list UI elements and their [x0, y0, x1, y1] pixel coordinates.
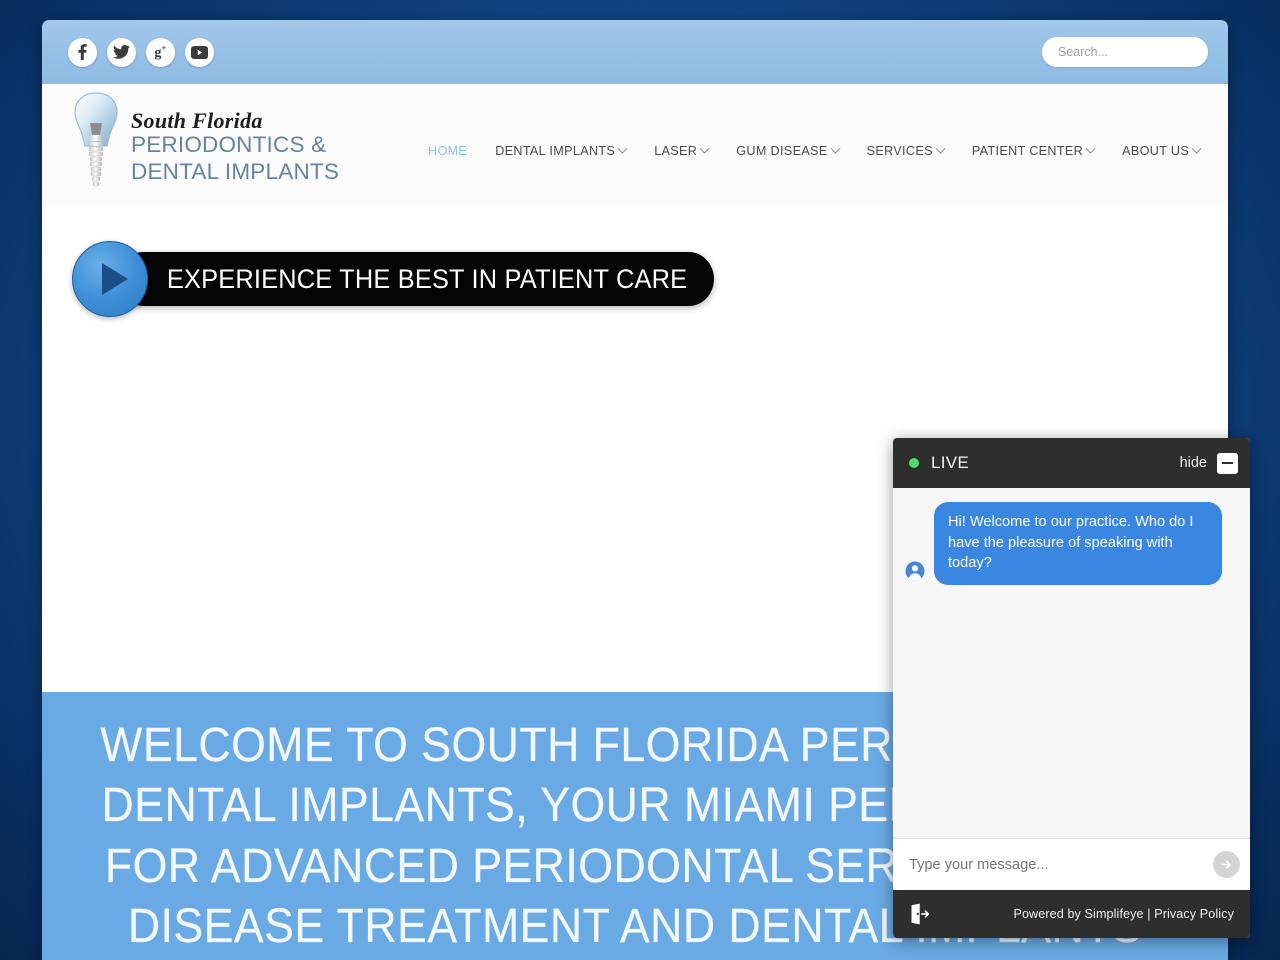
- youtube-icon[interactable]: [185, 37, 214, 67]
- search-input[interactable]: [1042, 37, 1208, 67]
- chevron-down-icon: [699, 143, 710, 154]
- live-chat-widget: LIVE hide Hi! Welcome to our practice. W…: [893, 438, 1250, 938]
- chat-message-list: Hi! Welcome to our practice. Who do I ha…: [893, 488, 1250, 838]
- live-status-dot: [909, 458, 919, 468]
- chat-bubble-agent: Hi! Welcome to our practice. Who do I ha…: [934, 502, 1222, 586]
- video-cta-banner[interactable]: EXPERIENCE THE BEST IN PATIENT CARE: [72, 241, 752, 317]
- chat-message: Hi! Welcome to our practice. Who do I ha…: [905, 502, 1238, 586]
- nav-label: HOME: [428, 144, 468, 158]
- facebook-icon[interactable]: [68, 37, 97, 67]
- nav-label: ABOUT US: [1122, 144, 1190, 158]
- logo-line-2: DENTAL IMPLANTS: [131, 158, 340, 184]
- nav-label: SERVICES: [866, 144, 933, 158]
- site-header: South Florida PERIODONTICS & DENTAL IMPL…: [42, 84, 1228, 206]
- tooth-implant-icon: [70, 89, 122, 201]
- nav-item-contact[interactable]: CONTACT: [1214, 140, 1228, 162]
- nav-item-gum-disease[interactable]: GUM DISEASE: [722, 140, 852, 162]
- play-triangle-icon[interactable]: [72, 241, 148, 317]
- logo-line-1: PERIODONTICS &: [131, 132, 327, 157]
- arrow-right-circle-icon[interactable]: [1213, 851, 1240, 878]
- nav-item-laser[interactable]: LASER: [640, 140, 722, 162]
- logo-script-text: South Florida: [131, 107, 263, 133]
- minimize-icon[interactable]: [1217, 452, 1238, 474]
- site-logo[interactable]: South Florida PERIODONTICS & DENTAL IMPL…: [70, 89, 339, 201]
- twitter-icon[interactable]: [107, 37, 136, 67]
- chat-hide-button[interactable]: hide: [1180, 455, 1207, 471]
- chat-footer-text[interactable]: Powered by Simplifeye | Privacy Policy: [1013, 907, 1234, 921]
- googleplus-icon[interactable]: g+: [146, 37, 175, 67]
- top-social-bar: g+: [42, 20, 1228, 84]
- chat-message-input[interactable]: [909, 856, 1213, 873]
- nav-label: PATIENT CENTER: [971, 144, 1084, 158]
- nav-item-patient-center[interactable]: PATIENT CENTER: [958, 140, 1108, 162]
- nav-label: LASER: [654, 144, 698, 158]
- cta-pill-label: EXPERIENCE THE BEST IN PATIENT CARE: [118, 252, 714, 306]
- nav-item-home[interactable]: HOME: [414, 140, 481, 162]
- chevron-down-icon: [1191, 143, 1202, 154]
- main-navigation: HOME DENTAL IMPLANTS LASER GUM DISEASE S…: [414, 140, 1210, 162]
- nav-label: DENTAL IMPLANTS: [495, 144, 616, 158]
- chat-status-label: LIVE: [931, 453, 970, 472]
- nav-label: GUM DISEASE: [736, 144, 828, 158]
- nav-item-about-us[interactable]: ABOUT US: [1108, 140, 1214, 162]
- chevron-down-icon: [830, 143, 841, 154]
- exit-door-icon[interactable]: [907, 902, 931, 926]
- chevron-down-icon: [935, 143, 946, 154]
- chevron-down-icon: [617, 143, 628, 154]
- chat-footer: Powered by Simplifeye | Privacy Policy: [893, 890, 1250, 938]
- chat-header: LIVE hide: [893, 438, 1250, 488]
- nav-item-services[interactable]: SERVICES: [853, 140, 958, 162]
- social-links: g+: [68, 37, 214, 67]
- logo-text-block: South Florida PERIODONTICS & DENTAL IMPL…: [131, 105, 339, 185]
- nav-item-dental-implants[interactable]: DENTAL IMPLANTS: [481, 140, 640, 162]
- user-avatar-icon: [905, 561, 925, 581]
- chat-input-row: [893, 838, 1250, 890]
- chevron-down-icon: [1085, 143, 1096, 154]
